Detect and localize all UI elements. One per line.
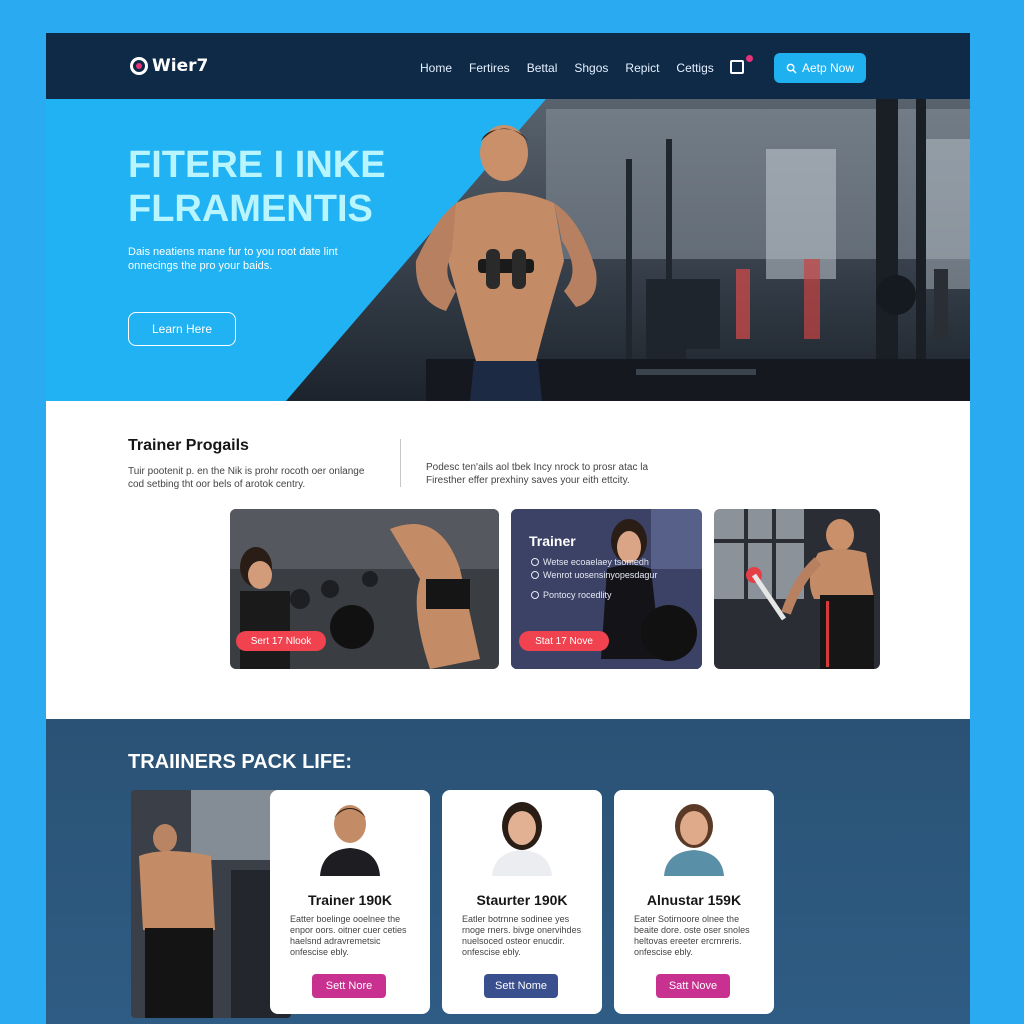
trainer-select-button[interactable]: Sett Nore bbox=[312, 974, 386, 998]
nav-link-home[interactable]: Home bbox=[420, 61, 452, 75]
hero-subtitle: Dais neatiens mane fur to you root date … bbox=[128, 246, 338, 272]
programs-description-secondary: Podesc ten'ails aol tbek Incy nrock to p… bbox=[426, 462, 649, 486]
trainer-description: Eatter boelinge ooelnee the enpor oors. … bbox=[290, 914, 407, 957]
nav-link-repict[interactable]: Repict bbox=[625, 61, 659, 75]
trainer-name: Trainer 190K bbox=[307, 892, 393, 908]
hero: FITERE I INKE FLRAMENTIS Dais neatiens m… bbox=[46, 99, 970, 401]
trainer-avatar bbox=[664, 804, 724, 876]
brand-name: Wier7 bbox=[152, 56, 209, 76]
list-item: Wetse ecoaelaey tsomedh bbox=[531, 557, 657, 567]
check-icon bbox=[531, 571, 539, 579]
nav-link-bettal[interactable]: Bettal bbox=[527, 61, 558, 75]
feature-text: Wetse ecoaelaey tsomedh bbox=[543, 557, 649, 567]
hero-title-line-1: FITERE I INKE bbox=[128, 144, 386, 186]
apply-now-button[interactable]: Aetp Now bbox=[774, 53, 866, 83]
trainer-back-photo bbox=[131, 790, 291, 1018]
trainer-avatar bbox=[492, 802, 552, 876]
trainer-name: Alnustar 159K bbox=[646, 892, 742, 908]
trainer-back-image bbox=[131, 790, 291, 1018]
start-program-button[interactable]: Sert 17 Nlook bbox=[236, 631, 326, 651]
program-card-trainer[interactable]: Trainer Wetse ecoaelaey tsomedh Wenrot u… bbox=[511, 509, 702, 669]
list-item: Pontocy rocedlity bbox=[531, 590, 657, 600]
learn-more-button[interactable]: Learn Here bbox=[128, 312, 236, 346]
programs-section: Trainer Progails Tuir pootenit p. en the… bbox=[46, 401, 970, 719]
trainers-section: TRAIINERS PACK LIFE: Trainer 190K Eatter… bbox=[46, 719, 970, 1024]
feature-text: Wenrot uosensinyopesdagur bbox=[543, 570, 658, 580]
program-card-athlete[interactable] bbox=[714, 509, 880, 669]
trainer-select-button[interactable]: Satt Nove bbox=[656, 974, 730, 998]
check-icon bbox=[531, 558, 539, 566]
hero-title: FITERE I INKE FLRAMENTIS bbox=[128, 143, 386, 231]
cart-icon[interactable] bbox=[730, 60, 744, 74]
trainer-feature-list: Wetse ecoaelaey tsomedh Wenrot uosensiny… bbox=[531, 557, 657, 603]
program-card-weights[interactable]: Sert 17 Nlook bbox=[230, 509, 499, 669]
programs-description: Tuir pootenit p. en the Nik is prohr roc… bbox=[128, 466, 365, 490]
logo-icon bbox=[130, 57, 148, 75]
trainer-card[interactable]: Alnustar 159K Eater Sotirnoore olnee the… bbox=[614, 790, 774, 1014]
apply-now-label: Aetp Now bbox=[801, 61, 855, 75]
trainer-card[interactable]: Trainer 190K Eatter boelinge ooelnee the… bbox=[270, 790, 430, 1014]
logo[interactable]: Wier7 bbox=[130, 56, 208, 76]
nav-link-features[interactable]: Fertires bbox=[469, 61, 510, 75]
trainer-card-title: Trainer bbox=[529, 533, 576, 549]
nav-link-settings[interactable]: Cettigs bbox=[676, 61, 713, 75]
trainer-description: Eater Sotirnoore olnee the beaite dore. … bbox=[634, 914, 750, 957]
start-trainer-button[interactable]: Stat 17 Nove bbox=[519, 631, 609, 651]
trainer-select-button[interactable]: Sett Nome bbox=[484, 974, 558, 998]
athlete-gym-image bbox=[714, 509, 880, 669]
trainer-description: Eatler botrnne sodinee yes rnoge rners. … bbox=[462, 914, 582, 957]
programs-title: Trainer Progails bbox=[128, 437, 249, 454]
trainer-card[interactable]: Staurter 190K Eatler botrnne sodinee yes… bbox=[442, 790, 602, 1014]
hero-title-line-2: FLRAMENTIS bbox=[128, 188, 373, 230]
athlete-image bbox=[415, 125, 597, 401]
nav-link-shop[interactable]: Shgos bbox=[574, 61, 608, 75]
list-item: Wenrot uosensinyopesdagur bbox=[531, 570, 657, 580]
notification-badge bbox=[746, 55, 753, 62]
nav-links: Home Fertires Bettal Shgos Repict Cettig… bbox=[420, 61, 714, 75]
trainer-avatar bbox=[320, 805, 380, 876]
feature-text: Pontocy rocedlity bbox=[543, 590, 612, 600]
page: Wier7 Home Fertires Bettal Shgos Repict … bbox=[46, 33, 970, 1024]
top-nav: Wier7 Home Fertires Bettal Shgos Repict … bbox=[46, 33, 970, 99]
check-icon bbox=[531, 591, 539, 599]
trainer-name: Staurter 190K bbox=[476, 892, 568, 908]
trainers-title: TRAIINERS PACK LIFE: bbox=[128, 751, 353, 773]
search-icon bbox=[786, 63, 797, 74]
divider bbox=[400, 439, 401, 487]
